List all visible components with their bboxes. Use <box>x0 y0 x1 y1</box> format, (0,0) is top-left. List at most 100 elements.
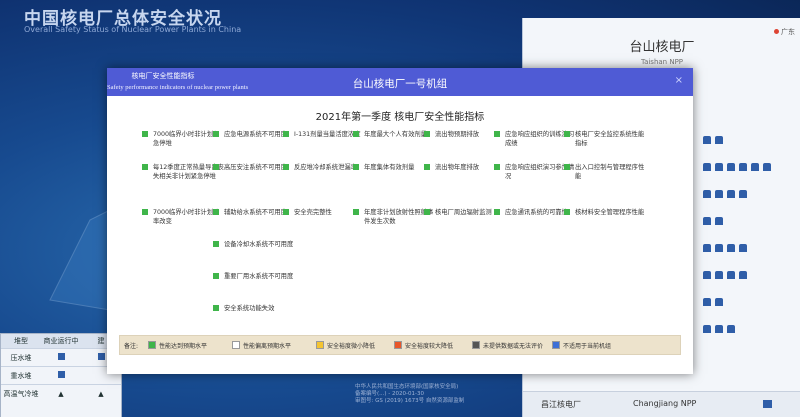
indicator-item[interactable]: 出入口控制与管理程序性能 <box>564 163 647 181</box>
reactor-icon[interactable] <box>703 135 711 144</box>
reactor-icon[interactable] <box>703 189 711 198</box>
indicator-item[interactable]: 核材料安全管理程序性能 <box>564 208 647 217</box>
column-header: 商业运行中 <box>43 337 79 345</box>
report-title: 2021年第一季度 核电厂安全性能指标 <box>315 112 485 123</box>
legend-item: 性能偏离预期水平 <box>232 341 291 350</box>
legend-swatch-blue <box>552 341 560 349</box>
status-green-icon <box>353 209 359 215</box>
reactor-icon[interactable] <box>715 189 723 198</box>
status-green-icon <box>142 164 148 170</box>
legend-item: 安全裕度较大降低 <box>394 341 453 350</box>
reactor-icon[interactable] <box>727 162 735 171</box>
status-green-icon <box>213 131 219 137</box>
reactor-icon[interactable] <box>727 189 735 198</box>
indicator-item[interactable]: 核电厂安全监控系统性能指标 <box>564 130 647 148</box>
reactor-icon[interactable] <box>703 324 711 333</box>
table-row[interactable]: 高温气冷堆 ▲ ▲ <box>1 384 121 402</box>
reactor-icon[interactable] <box>727 324 735 333</box>
indicator-item[interactable]: 重要厂用水系统不可用度 <box>213 272 296 281</box>
status-green-icon <box>213 241 219 247</box>
reactor-square-icon <box>57 353 65 360</box>
reactor-icon[interactable] <box>703 162 711 171</box>
column-header: 堆型 <box>14 337 28 345</box>
legend-text: 未提供数据或无法评价 <box>483 343 544 350</box>
reactor-icon[interactable] <box>727 270 735 279</box>
unit-row <box>703 234 799 261</box>
indicator-label: 年度集体有效剂量 <box>364 164 415 171</box>
close-button[interactable]: × <box>675 75 683 86</box>
indicator-label: 设备冷却水系统不可用度 <box>224 241 294 248</box>
indicator-label: 7000临界小时非计划功率改变 <box>153 209 220 225</box>
reactor-icon[interactable] <box>727 243 735 252</box>
status-green-icon <box>494 209 500 215</box>
plant-subtitle: Taishan NPP <box>640 58 684 66</box>
legend-item: 性能达到预期水平 <box>148 341 207 350</box>
unit-row <box>703 315 799 342</box>
table-row[interactable]: 重水堆 <box>1 366 121 384</box>
status-green-icon <box>283 209 289 215</box>
status-green-icon <box>424 131 430 137</box>
plant-row-changjiang[interactable]: 昌江核电厂 Changjiang NPP <box>523 391 800 417</box>
status-green-icon <box>564 164 570 170</box>
indicator-label: 7000临界小时非计划紧急停堆 <box>153 131 220 147</box>
reactor-icon[interactable] <box>739 189 747 198</box>
status-green-icon <box>213 305 219 311</box>
reactor-icon[interactable] <box>739 270 747 279</box>
legend-text: 安全裕度微小降低 <box>327 343 376 350</box>
indicator-item[interactable]: 安全系统功能失效 <box>213 304 296 313</box>
unit-row <box>703 261 799 288</box>
legend-item: 未提供数据或无法评价 <box>472 341 543 350</box>
indicator-label: 年度最大个人有效剂量 <box>364 131 427 138</box>
indicator-label: 核电厂安全监控系统性能指标 <box>575 131 645 147</box>
reactor-icon[interactable] <box>703 270 711 279</box>
map-footer: 中华人民共和国生态环境部(国家核安全局) 备案编号(...) - 2020-01… <box>355 384 464 405</box>
legend-text: 安全裕度较大降低 <box>405 343 454 350</box>
footer-line: 中华人民共和国生态环境部(国家核安全局) <box>355 384 459 390</box>
reactor-icon[interactable] <box>703 297 711 306</box>
indicator-label: 应急通讯系统的可靠性 <box>505 209 568 216</box>
indicator-label: 年度非计划放射性照射事件发生次数 <box>364 209 434 225</box>
reactor-icon[interactable] <box>715 270 723 279</box>
status-green-icon <box>142 209 148 215</box>
reactor-icon[interactable] <box>739 162 747 171</box>
status-green-icon <box>353 164 359 170</box>
reactor-icon[interactable] <box>715 135 723 144</box>
triangle-icon: ▲ <box>58 389 64 398</box>
table-header: 堆型 商业运行中 建 <box>1 334 121 348</box>
row-label: 重水堆 <box>10 371 32 380</box>
reactor-square-icon <box>57 371 65 378</box>
reactor-icon[interactable] <box>715 243 723 252</box>
reactor-icon[interactable] <box>703 216 711 225</box>
footer-line: 审图号: GS (2019) 1673号 自然资源部监制 <box>355 398 465 404</box>
reactor-icon[interactable] <box>751 162 759 171</box>
status-green-icon <box>142 131 148 137</box>
indicator-label: I-131剂量当量活度浓度 <box>294 131 361 138</box>
indicator-label: 反应堆冷却系统泄漏率 <box>294 164 357 171</box>
indicator-label: 核材料安全管理程序性能 <box>575 209 645 216</box>
unit-row <box>703 288 799 315</box>
indicator-item[interactable]: 设备冷却水系统不可用度 <box>213 240 296 249</box>
reactor-icon[interactable] <box>715 162 723 171</box>
reactor-icon[interactable] <box>763 162 771 171</box>
indicator-label: 辅助给水系统不可用度 <box>224 209 287 216</box>
status-green-icon <box>283 131 289 137</box>
reactor-icon[interactable] <box>715 297 723 306</box>
row-label: 压水堆 <box>10 353 32 362</box>
reactor-icon[interactable] <box>715 216 723 225</box>
indicator-modal: 核电厂安全性能指标 Safety performance indicators … <box>107 68 693 374</box>
location-dot-icon <box>774 29 779 34</box>
legend-swatch-white <box>232 341 240 349</box>
unit-icons-grid <box>703 126 799 342</box>
legend-label: 备注: <box>124 343 139 350</box>
status-green-icon <box>424 164 430 170</box>
region-tag-label: 广东 <box>781 28 795 36</box>
reactor-icon[interactable] <box>739 243 747 252</box>
status-green-icon <box>283 164 289 170</box>
reactor-icon[interactable] <box>703 243 711 252</box>
table-row[interactable]: 压水堆 <box>1 348 121 366</box>
unit-row <box>703 126 799 153</box>
legend-bar: 备注: 性能达到预期水平 性能偏离预期水平 安全裕度微小降低 安全裕度较大降低 … <box>119 335 681 355</box>
legend-text: 不适用于当前机组 <box>563 343 612 350</box>
reactor-icon[interactable] <box>715 324 723 333</box>
unit-row <box>703 153 799 180</box>
